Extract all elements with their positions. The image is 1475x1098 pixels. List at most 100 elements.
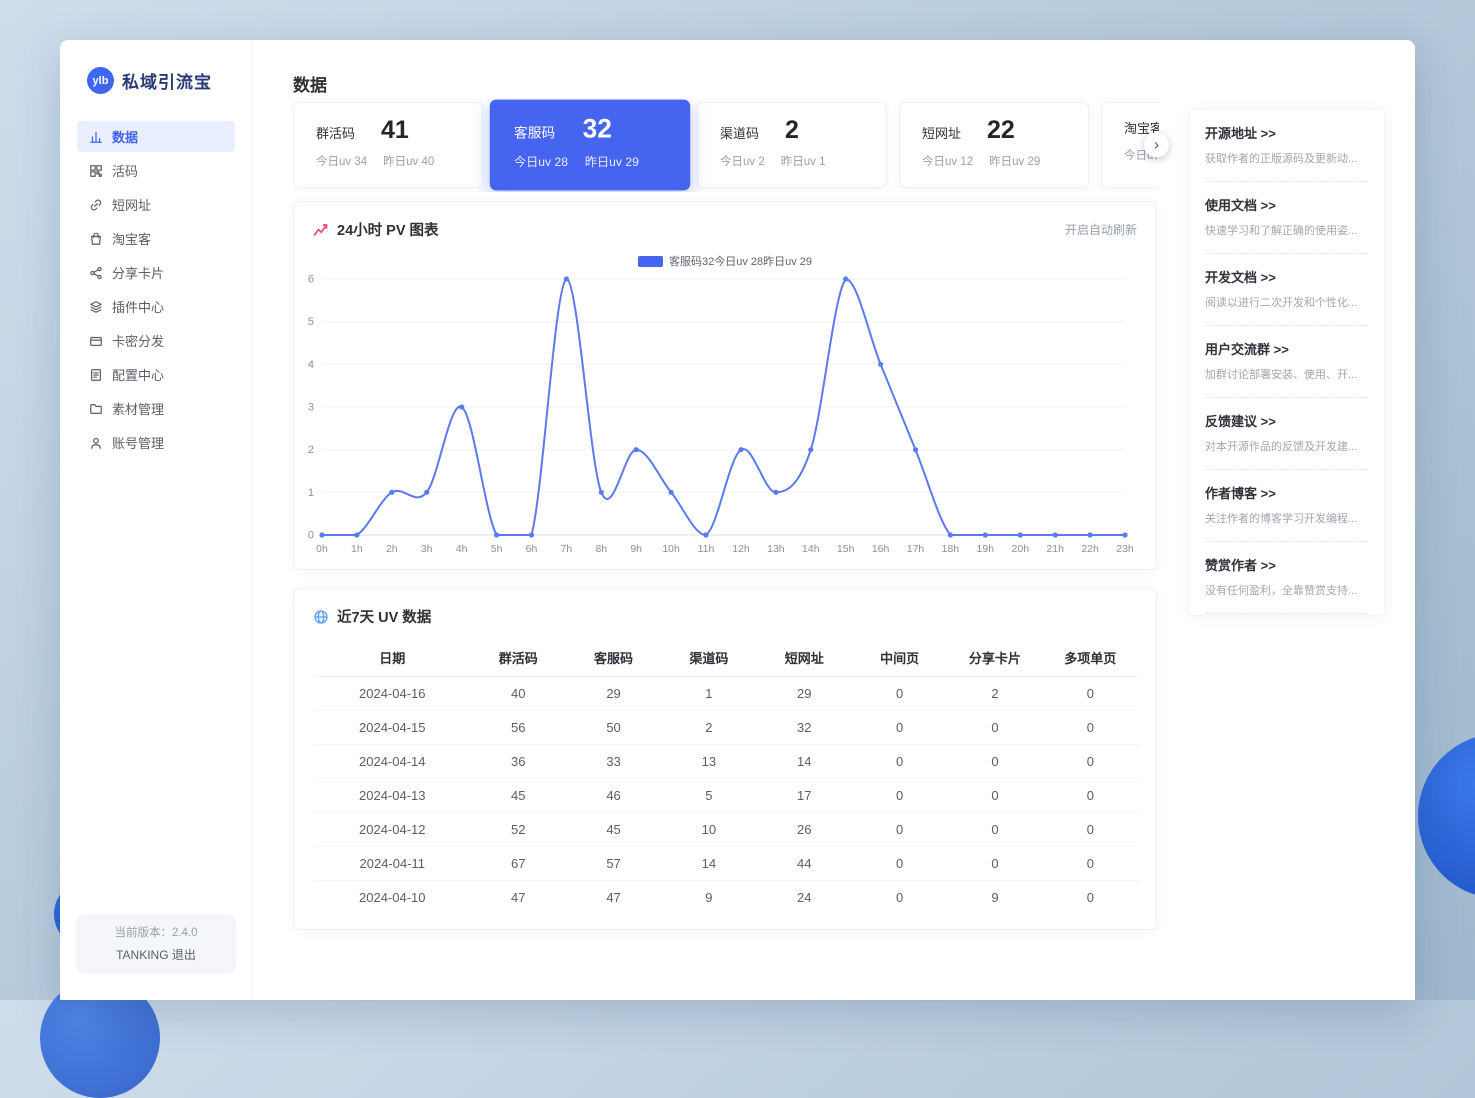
table-cell: 9: [947, 880, 1042, 914]
table-cell: 29: [566, 676, 661, 710]
qr-code-icon: [89, 164, 103, 178]
share-icon: [89, 266, 103, 280]
stat-card-service-code[interactable]: 客服码 32 今日uv 28 昨日uv 29: [490, 100, 690, 191]
table-cell: 2024-04-14: [314, 744, 471, 778]
table-cell: 40: [471, 676, 566, 710]
stat-card-channel-code[interactable]: 渠道码 2 今日uv 2 昨日uv 1: [697, 102, 887, 188]
table-cell: 0: [1043, 710, 1138, 744]
table-cell: 14: [661, 846, 756, 880]
folder-icon: [89, 402, 103, 416]
logout-link[interactable]: TANKING 退出: [76, 946, 236, 963]
table-cell: 33: [566, 744, 661, 778]
uv-data-table: 日期群活码客服码渠道码短网址中间页分享卡片多项单页 2024-04-164029…: [314, 639, 1138, 914]
table-cell: 0: [1043, 744, 1138, 778]
stat-card-group-code[interactable]: 群活码 41 今日uv 34 昨日uv 40: [293, 102, 483, 188]
table-row: 2024-04-164029129020: [314, 676, 1138, 710]
svg-text:19h: 19h: [977, 543, 995, 555]
sidebar-item-label: 数据: [112, 127, 138, 146]
svg-text:4: 4: [308, 359, 314, 371]
table-cell: 45: [566, 812, 661, 846]
link-title: 开源地址 >>: [1205, 123, 1368, 142]
sidebar-item-account[interactable]: 账号管理: [77, 427, 235, 458]
sidebar-item-material[interactable]: 素材管理: [77, 393, 235, 424]
table-column-header: 日期: [314, 639, 471, 676]
table-cell: 44: [757, 846, 852, 880]
stat-card-title: 渠道码: [720, 123, 759, 142]
link-title: 开发文档 >>: [1205, 267, 1368, 286]
auto-refresh-toggle[interactable]: 开启自动刷新: [1065, 221, 1137, 238]
sidebar-item-plugin-center[interactable]: 插件中心: [77, 291, 235, 322]
link-item-user-group[interactable]: 用户交流群 >> 加群讨论部署安装、使用、开...: [1205, 326, 1368, 398]
table-row: 2024-04-134546517000: [314, 778, 1138, 812]
sidebar-item-share-card[interactable]: 分享卡片: [77, 257, 235, 288]
svg-text:6h: 6h: [526, 543, 538, 555]
sidebar-item-card-key[interactable]: 卡密分发: [77, 325, 235, 356]
sidebar-item-label: 素材管理: [112, 399, 164, 418]
table-cell: 0: [1043, 846, 1138, 880]
link-desc: 快速学习和了解正确的使用姿...: [1205, 222, 1368, 238]
svg-text:8h: 8h: [595, 543, 607, 555]
pv-line-chart: 01234560h1h2h3h4h5h6h7h8h9h10h11h12h13h1…: [294, 273, 1158, 561]
sidebar-item-label: 分享卡片: [112, 263, 164, 282]
svg-text:6: 6: [308, 274, 314, 286]
table-cell: 0: [852, 812, 947, 846]
sidebar-item-data[interactable]: 数据: [77, 121, 235, 152]
link-item-usage-docs[interactable]: 使用文档 >> 快速学习和了解正确的使用姿...: [1205, 182, 1368, 254]
stat-card-title: 群活码: [316, 123, 355, 142]
stats-next-button[interactable]: ›: [1144, 133, 1169, 158]
link-desc: 获取作者的正版源码及更新动...: [1205, 150, 1368, 166]
stat-yesterday-uv: 昨日uv 29: [585, 153, 639, 170]
table-cell: 0: [852, 846, 947, 880]
link-item-dev-docs[interactable]: 开发文档 >> 阅读以进行二次开发和个性化...: [1205, 254, 1368, 326]
table-cell: 0: [947, 744, 1042, 778]
sidebar: ylb 私域引流宝 数据 活码 短网址 淘宝客 分享卡片: [60, 40, 253, 1000]
legend-label: 客服码32今日uv 28昨日uv 29: [669, 253, 812, 269]
table-cell: 2024-04-11: [314, 846, 471, 880]
card-icon: [89, 334, 103, 348]
table-row: 2024-04-155650232000: [314, 710, 1138, 744]
sidebar-item-taoke[interactable]: 淘宝客: [77, 223, 235, 254]
user-icon: [89, 436, 103, 450]
app-name: 私域引流宝: [122, 68, 212, 93]
table-row: 2024-04-1167571444000: [314, 846, 1138, 880]
decor-circle-right: [1418, 733, 1475, 899]
layers-icon: [89, 300, 103, 314]
table-cell: 0: [1043, 778, 1138, 812]
link-desc: 关注作者的博客学习开发编程...: [1205, 510, 1368, 526]
stat-card-value: 41: [381, 118, 409, 143]
table-cell: 24: [757, 880, 852, 914]
sidebar-item-config-center[interactable]: 配置中心: [77, 359, 235, 390]
stat-cards-row: 群活码 41 今日uv 34 昨日uv 40 客服码 32 今日uv 28 昨日…: [293, 98, 1159, 192]
table-title: 近7天 UV 数据: [337, 606, 431, 627]
svg-text:21h: 21h: [1046, 543, 1064, 555]
stat-cards-clip: 群活码 41 今日uv 34 昨日uv 40 客服码 32 今日uv 28 昨日…: [293, 98, 1159, 192]
link-item-feedback[interactable]: 反馈建议 >> 对本开源作品的反馈及开发建...: [1205, 398, 1368, 470]
table-cell: 2024-04-15: [314, 710, 471, 744]
stat-yesterday-uv: 昨日uv 40: [383, 153, 434, 169]
chart-legend[interactable]: 客服码32今日uv 28昨日uv 29: [294, 253, 1156, 269]
svg-text:2h: 2h: [386, 543, 398, 555]
svg-text:23h: 23h: [1116, 543, 1134, 555]
stat-card-value: 2: [785, 118, 799, 143]
table-cell: 45: [471, 778, 566, 812]
link-title: 使用文档 >>: [1205, 195, 1368, 214]
page-title: 数据: [293, 71, 327, 96]
svg-text:11h: 11h: [698, 543, 715, 555]
stat-yesterday-uv: 昨日uv 1: [781, 153, 826, 169]
app-window: ylb 私域引流宝 数据 活码 短网址 淘宝客 分享卡片: [60, 40, 1415, 1000]
link-item-source-code[interactable]: 开源地址 >> 获取作者的正版源码及更新动...: [1205, 110, 1368, 182]
link-item-donate[interactable]: 赞赏作者 >> 没有任何盈利，全靠赞赏支持...: [1205, 542, 1368, 614]
sidebar-item-live-code[interactable]: 活码: [77, 155, 235, 186]
table-cell: 56: [471, 710, 566, 744]
svg-text:13h: 13h: [767, 543, 785, 555]
sidebar-item-short-url[interactable]: 短网址: [77, 189, 235, 220]
table-cell: 10: [661, 812, 756, 846]
link-item-author-blog[interactable]: 作者博客 >> 关注作者的博客学习开发编程...: [1205, 470, 1368, 542]
table-cell: 9: [661, 880, 756, 914]
table-cell: 0: [947, 846, 1042, 880]
table-cell: 0: [947, 710, 1042, 744]
sidebar-item-label: 短网址: [112, 195, 151, 214]
svg-text:22h: 22h: [1081, 543, 1099, 555]
globe-icon: [313, 609, 329, 625]
stat-card-short-url[interactable]: 短网址 22 今日uv 12 昨日uv 29: [899, 102, 1089, 188]
